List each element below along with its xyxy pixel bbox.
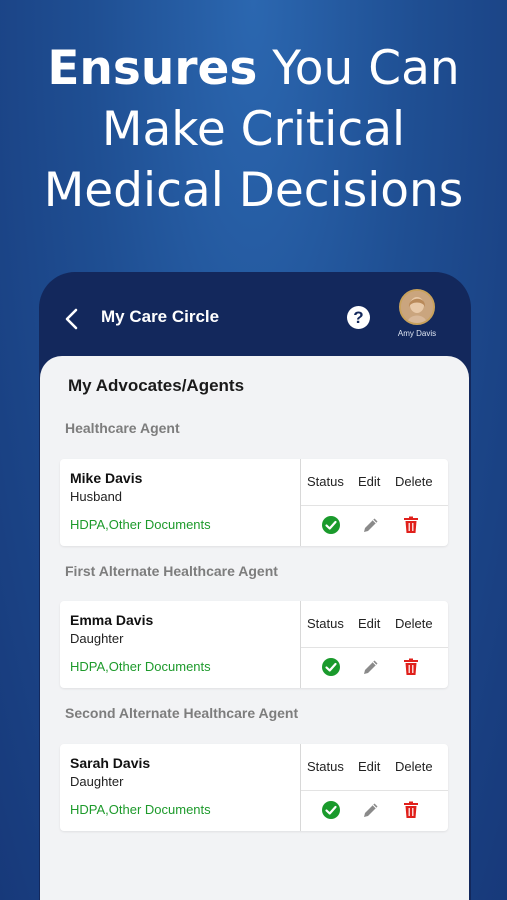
status-check-icon[interactable] xyxy=(321,515,341,535)
agent-name: Mike Davis xyxy=(70,470,143,486)
delete-trash-icon[interactable] xyxy=(401,657,421,677)
agent-card-first-alternate: Emma Davis Daughter HDPA,Other Documents… xyxy=(60,601,448,688)
agent-card-second-alternate: Sarah Davis Daughter HDPA,Other Document… xyxy=(60,744,448,831)
headline-line1-rest: You Can xyxy=(257,41,460,96)
edit-pencil-icon[interactable] xyxy=(361,657,381,677)
avatar-name: Amy Davis xyxy=(397,329,437,338)
edit-header: Edit xyxy=(358,759,381,774)
delete-trash-icon[interactable] xyxy=(401,800,421,820)
delete-header: Delete xyxy=(395,759,433,774)
back-arrow-icon[interactable] xyxy=(63,308,81,330)
delete-trash-icon[interactable] xyxy=(401,515,421,535)
column-divider xyxy=(300,601,301,688)
delete-header: Delete xyxy=(395,616,433,631)
edit-header: Edit xyxy=(358,474,381,489)
edit-pencil-icon[interactable] xyxy=(361,515,381,535)
agent-card-primary: Mike Davis Husband HDPA,Other Documents … xyxy=(60,459,448,546)
agent-documents-link[interactable]: HDPA,Other Documents xyxy=(70,659,211,674)
row-divider xyxy=(301,647,448,648)
agent-documents-link[interactable]: HDPA,Other Documents xyxy=(70,802,211,817)
agent-name: Sarah Davis xyxy=(70,755,151,771)
page-title: My Care Circle xyxy=(101,307,220,326)
headline-bold-word: Ensures xyxy=(47,41,258,96)
edit-pencil-icon[interactable] xyxy=(361,800,381,820)
column-divider xyxy=(300,459,301,546)
app-header: My Care Circle ? Amy Davis xyxy=(39,272,471,362)
status-header: Status xyxy=(307,474,344,489)
status-header: Status xyxy=(307,759,344,774)
headline-line3: Medical Decisions xyxy=(43,163,464,218)
agent-documents-link[interactable]: HDPA,Other Documents xyxy=(70,517,211,532)
content-panel: My Advocates/Agents Healthcare Agent Mik… xyxy=(40,356,469,900)
status-check-icon[interactable] xyxy=(321,800,341,820)
section-title: My Advocates/Agents xyxy=(68,376,245,395)
status-check-icon[interactable] xyxy=(321,657,341,677)
group-label-first-alternate: First Alternate Healthcare Agent xyxy=(65,563,278,579)
group-label-second-alternate: Second Alternate Healthcare Agent xyxy=(65,705,299,721)
column-divider xyxy=(300,744,301,831)
agent-relation: Daughter xyxy=(70,774,124,789)
row-divider xyxy=(301,790,448,791)
edit-header: Edit xyxy=(358,616,381,631)
headline-line2: Make Critical xyxy=(101,102,406,157)
help-icon[interactable]: ? xyxy=(347,306,370,329)
promo-headline: Ensures You Can Make Critical Medical De… xyxy=(0,38,507,221)
row-divider xyxy=(301,505,448,506)
avatar-photo-icon xyxy=(401,291,433,323)
delete-header: Delete xyxy=(395,474,433,489)
avatar[interactable] xyxy=(399,289,435,325)
agent-relation: Husband xyxy=(70,489,123,504)
group-label-healthcare-agent: Healthcare Agent xyxy=(65,420,180,436)
status-header: Status xyxy=(307,616,344,631)
agent-relation: Daughter xyxy=(70,631,124,646)
agent-name: Emma Davis xyxy=(70,612,154,628)
